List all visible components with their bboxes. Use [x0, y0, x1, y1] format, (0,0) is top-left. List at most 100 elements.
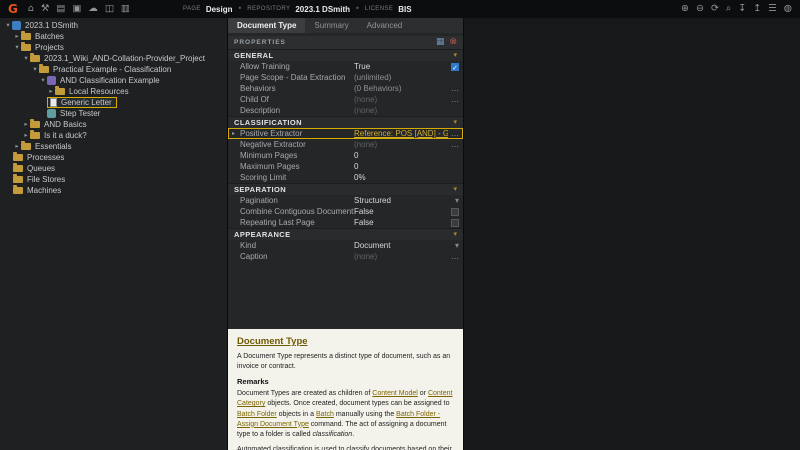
- tab-summary[interactable]: Summary: [305, 18, 357, 33]
- tree-item-batches[interactable]: ▸ Batches: [0, 31, 227, 42]
- dropdown-icon[interactable]: ▾: [448, 197, 459, 205]
- tree-item-local-resources[interactable]: ▸ Local Resources: [0, 86, 227, 97]
- property-value[interactable]: (0 Behaviors): [354, 84, 448, 93]
- link-content-model[interactable]: Content Model: [372, 390, 418, 397]
- chevron-down-icon[interactable]: ▾: [453, 231, 457, 238]
- expand-right-icon[interactable]: ▸: [232, 131, 240, 137]
- property-row-maximum-pages[interactable]: Maximum Pages 0: [228, 161, 463, 172]
- property-row-negative-extractor[interactable]: Negative Extractor (none) …: [228, 139, 463, 150]
- section-header-appearance[interactable]: APPEARANCE ▾: [228, 228, 463, 240]
- upload-icon[interactable]: ↥: [753, 4, 761, 14]
- expander-icon[interactable]: ▾: [4, 22, 12, 29]
- add-icon[interactable]: ⊕: [681, 4, 689, 14]
- property-value[interactable]: False: [354, 207, 448, 216]
- link-batch-folder[interactable]: Batch Folder: [237, 411, 277, 418]
- property-row-positive-extractor[interactable]: ▸ Positive Extractor Reference: POS [AND…: [228, 128, 463, 139]
- briefcase-icon[interactable]: ◫: [105, 4, 114, 14]
- expander-icon[interactable]: ▸: [22, 121, 30, 128]
- section-header-general[interactable]: GENERAL ▾: [228, 49, 463, 61]
- property-value[interactable]: False: [354, 218, 448, 227]
- home-icon[interactable]: ⌂: [28, 4, 34, 14]
- tree-item-is-it-a-duck[interactable]: ▸ Is it a duck?: [0, 130, 227, 141]
- property-row-minimum-pages[interactable]: Minimum Pages 0: [228, 150, 463, 161]
- section-header-separation[interactable]: SEPARATION ▾: [228, 183, 463, 195]
- cloud-icon[interactable]: ☁: [88, 4, 98, 14]
- property-value[interactable]: Reference: POS [AND] - Gen...: [354, 129, 448, 138]
- chevron-down-icon[interactable]: ▾: [453, 119, 457, 126]
- download-icon[interactable]: ↧: [738, 4, 746, 14]
- section-header-classification[interactable]: CLASSIFICATION ▾: [228, 116, 463, 128]
- expander-icon[interactable]: ▾: [13, 44, 21, 51]
- property-value[interactable]: 0%: [354, 173, 459, 182]
- expander-icon[interactable]: ▸: [22, 132, 30, 139]
- clear-icon[interactable]: ⊗: [449, 38, 457, 47]
- servers-icon[interactable]: ☰: [768, 4, 777, 14]
- expander-icon[interactable]: ▾: [31, 66, 39, 73]
- tree-item-machines[interactable]: Machines: [0, 185, 227, 196]
- tree-item-wiki-project[interactable]: ▾ 2023.1_Wiki_AND-Collation-Provider_Pro…: [0, 53, 227, 64]
- property-row-page-scope[interactable]: Page Scope - Data Extraction (unlimited): [228, 72, 463, 83]
- checkbox-unchecked-icon[interactable]: [451, 219, 459, 227]
- expander-icon[interactable]: ▾: [39, 77, 47, 84]
- checkbox-unchecked-icon[interactable]: [451, 208, 459, 216]
- ellipsis-button[interactable]: …: [448, 253, 459, 261]
- property-row-behaviors[interactable]: Behaviors (0 Behaviors) …: [228, 83, 463, 94]
- tab-advanced[interactable]: Advanced: [358, 18, 412, 33]
- tree-item-essentials[interactable]: ▸ Essentials: [0, 141, 227, 152]
- vault-icon[interactable]: ▣: [72, 4, 81, 14]
- ellipsis-button[interactable]: …: [448, 85, 459, 93]
- property-value[interactable]: 0: [354, 162, 459, 171]
- property-value[interactable]: (none): [354, 106, 459, 115]
- repository-value[interactable]: 2023.1 DSmith: [295, 5, 350, 14]
- tab-document-type[interactable]: Document Type: [228, 18, 305, 33]
- tree-item-and-classification-example[interactable]: ▾ AND Classification Example: [0, 75, 227, 86]
- expander-icon[interactable]: ▸: [13, 33, 21, 40]
- tree-item-step-tester[interactable]: Step Tester: [0, 108, 227, 119]
- checkbox-checked-icon[interactable]: ✓: [451, 63, 459, 71]
- property-value[interactable]: Structured: [354, 196, 448, 205]
- chevron-down-icon[interactable]: ▾: [453, 52, 457, 59]
- record-icon[interactable]: ⊖: [696, 4, 704, 14]
- ellipsis-button[interactable]: …: [448, 141, 459, 149]
- expander-icon[interactable]: ▸: [13, 143, 21, 150]
- tree-item-queues[interactable]: Queues: [0, 163, 227, 174]
- stats-icon[interactable]: ▥: [121, 4, 130, 14]
- property-row-repeating-last-page[interactable]: Repeating Last Page False: [228, 217, 463, 228]
- property-value[interactable]: (none): [354, 140, 448, 149]
- chevron-down-icon[interactable]: ▾: [453, 186, 457, 193]
- ellipsis-button[interactable]: …: [448, 130, 459, 138]
- property-value[interactable]: True: [354, 62, 448, 71]
- grid-view-icon[interactable]: ▦: [436, 38, 445, 47]
- tree-item-processes[interactable]: Processes: [0, 152, 227, 163]
- property-row-description[interactable]: Description (none): [228, 105, 463, 116]
- property-row-pagination[interactable]: Pagination Structured ▾: [228, 195, 463, 206]
- property-value[interactable]: 0: [354, 151, 459, 160]
- dropdown-icon[interactable]: ▾: [448, 242, 459, 250]
- batches-icon[interactable]: ▤: [56, 4, 65, 14]
- refresh-icon[interactable]: ⟳: [711, 4, 719, 14]
- search-icon[interactable]: ⌕: [726, 4, 731, 14]
- expander-icon[interactable]: ▸: [47, 88, 55, 95]
- tree-item-and-basics[interactable]: ▸ AND Basics: [0, 119, 227, 130]
- page-value[interactable]: Design: [206, 5, 233, 14]
- globe-icon[interactable]: ◍: [784, 4, 792, 14]
- property-value[interactable]: (none): [354, 95, 448, 104]
- property-row-caption[interactable]: Caption (none) …: [228, 251, 463, 262]
- tree-item-projects[interactable]: ▾ Projects: [0, 42, 227, 53]
- property-row-child-of[interactable]: Child Of (none) …: [228, 94, 463, 105]
- tree-item-practical-example[interactable]: ▾ Practical Example - Classification: [0, 64, 227, 75]
- tools-icon[interactable]: ⚒: [41, 4, 50, 14]
- tree-item-generic-letter[interactable]: Generic Letter: [0, 97, 227, 108]
- property-row-kind[interactable]: Kind Document ▾: [228, 240, 463, 251]
- property-row-allow-training[interactable]: Allow Training True ✓: [228, 61, 463, 72]
- tree-item-repository[interactable]: ▾ 2023.1 DSmith: [0, 20, 227, 31]
- link-batch[interactable]: Batch: [316, 411, 334, 418]
- expander-icon[interactable]: ▾: [22, 55, 30, 62]
- property-value[interactable]: (none): [354, 252, 448, 261]
- tree-item-file-stores[interactable]: File Stores: [0, 174, 227, 185]
- property-value[interactable]: (unlimited): [354, 73, 459, 82]
- license-value[interactable]: BIS: [398, 5, 411, 14]
- property-row-scoring-limit[interactable]: Scoring Limit 0%: [228, 172, 463, 183]
- property-value[interactable]: Document: [354, 241, 448, 250]
- property-row-combine-contiguous-documents[interactable]: Combine Contiguous Documents False: [228, 206, 463, 217]
